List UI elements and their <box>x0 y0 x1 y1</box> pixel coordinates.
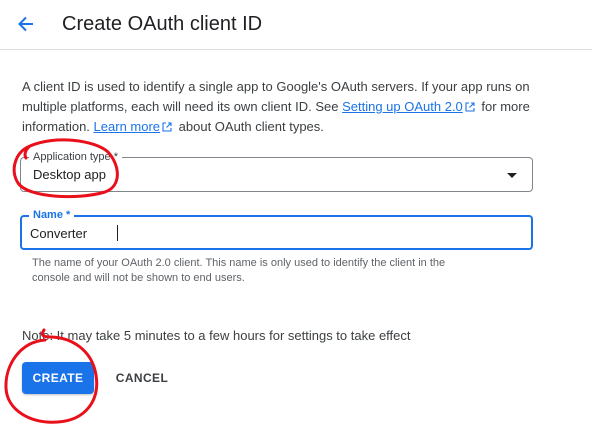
helper-line-2: console and will not be shown to end use… <box>32 272 245 284</box>
external-link-icon <box>465 102 475 112</box>
name-input[interactable] <box>30 223 520 243</box>
setting-up-oauth-link[interactable]: Setting up OAuth 2.0 <box>342 99 463 114</box>
intro-text-segment: for more <box>477 99 530 114</box>
external-link-icon <box>162 122 172 132</box>
cancel-button[interactable]: CANCEL <box>106 362 178 394</box>
create-button[interactable]: CREATE <box>22 362 94 394</box>
intro-line-3: information. Learn more about OAuth clie… <box>22 117 567 137</box>
name-helper-text: The name of your OAuth 2.0 client. This … <box>32 256 532 286</box>
intro-text: A client ID is used to identify a single… <box>22 77 567 137</box>
intro-text-segment: about OAuth client types. <box>175 119 324 134</box>
intro-text-segment: multiple platforms, each will need its o… <box>22 99 343 114</box>
application-type-value: Desktop app <box>33 167 106 182</box>
intro-line-1: A client ID is used to identify a single… <box>22 79 530 94</box>
page-title: Create OAuth client ID <box>62 13 263 35</box>
text-cursor <box>117 225 118 241</box>
intro-line-2: multiple platforms, each will need its o… <box>22 97 567 117</box>
helper-line-1: The name of your OAuth 2.0 client. This … <box>32 257 446 269</box>
learn-more-link[interactable]: Learn more <box>94 119 160 134</box>
name-field: Name * <box>20 208 533 250</box>
dropdown-arrow-icon <box>507 173 517 178</box>
application-type-label: Application type * <box>29 150 122 164</box>
back-button[interactable] <box>8 6 44 42</box>
arrow-back-icon <box>18 16 33 32</box>
application-type-select[interactable]: Application type * Desktop app <box>20 150 533 192</box>
settings-note: Note: It may take 5 minutes to a few hou… <box>22 328 411 343</box>
intro-text-segment: information. <box>22 119 94 134</box>
name-label: Name * <box>29 208 75 222</box>
page-header: Create OAuth client ID <box>0 0 592 50</box>
